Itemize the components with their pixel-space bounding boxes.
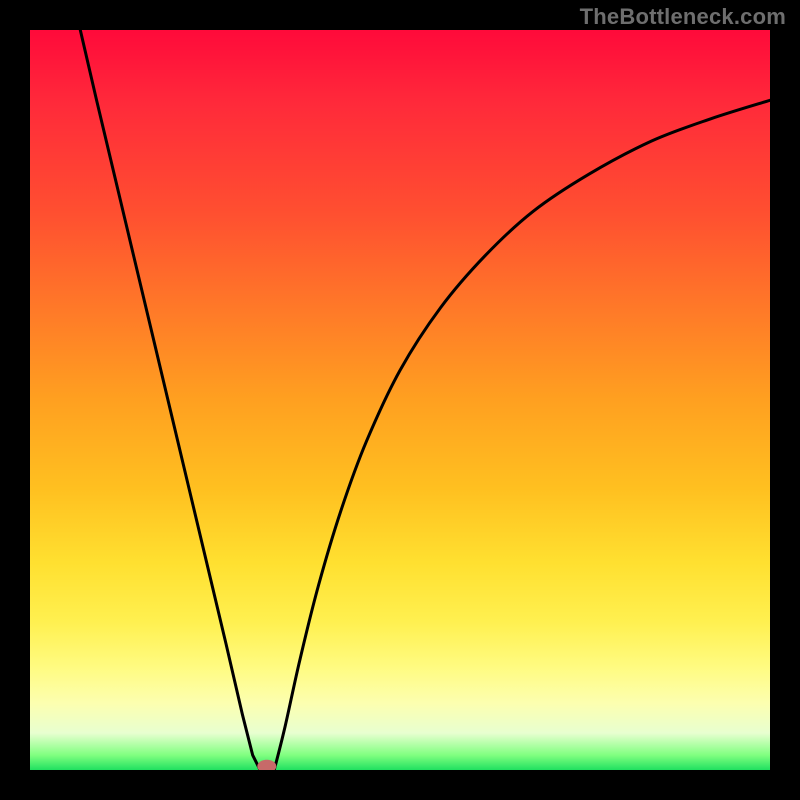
right-branch-path xyxy=(274,100,770,770)
watermark-text: TheBottleneck.com xyxy=(580,4,786,30)
plot-area xyxy=(30,30,770,770)
left-branch-path xyxy=(80,30,260,770)
minimum-marker xyxy=(258,760,276,770)
curve-svg xyxy=(30,30,770,770)
chart-frame: TheBottleneck.com xyxy=(0,0,800,800)
